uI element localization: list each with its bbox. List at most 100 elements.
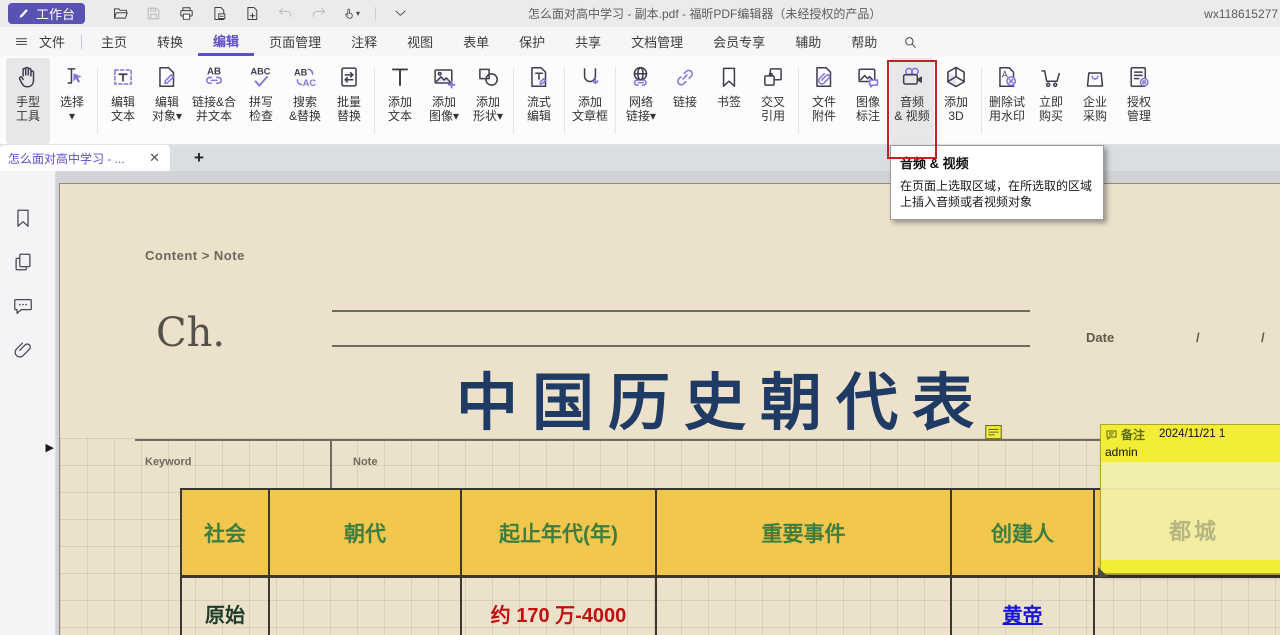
resize-handle[interactable] [1098,567,1108,577]
table-cell [270,578,462,635]
ribbon-button-add-text[interactable]: 添加 文本 [378,58,422,144]
note-label: Note [353,456,377,468]
menu-item-保护[interactable]: 保护 [504,27,560,56]
ribbon-button-hand[interactable]: 手型 工具 [6,58,50,144]
ribbon-button-cross-ref[interactable]: 交叉 引用 [751,58,795,144]
bookmark-icon[interactable] [12,207,34,229]
buy-now-icon [1038,61,1064,93]
toolbar-chevron-icon[interactable] [391,5,409,23]
ribbon-button-buy-now[interactable]: 立即 购买 [1029,58,1073,144]
gesture-icon[interactable]: ▾ [342,5,360,23]
search-icon[interactable] [892,27,928,56]
enterprise-icon [1082,61,1108,93]
ribbon-button-label: 网络 链接▾ [626,95,656,123]
dropdown-caret-icon: ▾ [356,9,360,18]
ribbon-button-label: 音频 & 视频 [894,95,929,123]
svg-text:AC: AC [303,78,317,88]
ribbon-button-label: 删除试 用水印 [989,95,1025,123]
menu-item-注释[interactable]: 注释 [336,27,392,56]
redo-icon[interactable] [309,5,327,23]
menu-item-文档管理[interactable]: 文档管理 [616,27,698,56]
main-area: ▶ Content > Note Ch. 中国历史朝代表 Keyword Not… [0,171,1280,635]
document-tab[interactable]: 怎么面对高中学习 - ... ✕ [0,145,170,171]
undo-icon[interactable] [276,5,294,23]
ribbon-button-add-3d[interactable]: 添加 3D [934,58,978,144]
ribbon-group-separator [513,68,514,134]
ribbon-button-article-box[interactable]: 添加 文章框 [568,58,612,144]
table-cell: 原始 [182,578,270,635]
menu-item-共享[interactable]: 共享 [560,27,616,56]
bookmark-icon [716,61,742,93]
ribbon-button-add-shape[interactable]: 添加 形状▾ [466,58,510,144]
ribbon-button-link[interactable]: 链接 [663,58,707,144]
ribbon-button-edit-text[interactable]: 编辑 文本 [101,58,145,144]
pen-cursor-icon [18,7,31,20]
ribbon-button-label: 添加 图像▾ [429,95,459,123]
menu-separator [81,35,82,49]
pages-icon[interactable] [12,251,34,273]
workspace-button[interactable]: 工作台 [8,3,85,24]
ribbon-button-remove-watermark[interactable]: A删除试 用水印 [985,58,1029,144]
menu-item-主页[interactable]: 主页 [86,27,142,56]
link-icon [672,61,698,93]
table-cell [657,578,952,635]
ribbon-button-bookmark[interactable]: 书签 [707,58,751,144]
ribbon-button-edit-object[interactable]: 编辑 对象▾ [145,58,189,144]
ribbon-button-search-replace[interactable]: ABAC搜索 &替换 [283,58,327,144]
table-header-cell: 重要事件 [657,490,952,575]
comment-icon[interactable] [12,295,34,317]
menu-item-页面管理[interactable]: 页面管理 [254,27,336,56]
ribbon-group: 网络 链接▾链接书签交叉 引用 [619,58,795,144]
tab-close-icon[interactable]: ✕ [147,150,162,166]
hamburger-icon[interactable] [0,27,33,56]
file-attach-icon [811,61,837,93]
titlebar: 工作台 ▾ 怎么面对高中学习 - 副本.pdf - 福昕PDF编辑器（未经授权的… [0,0,1280,27]
ribbon-button-label: 授权 管理 [1127,95,1151,123]
menu-item-转换[interactable]: 转换 [142,27,198,56]
table-header-cell: 创建人 [952,490,1095,575]
web-link-icon [628,61,654,93]
pdf-page[interactable]: Content > Note Ch. 中国历史朝代表 Keyword Note … [59,183,1280,635]
attachment-icon[interactable] [12,339,34,361]
ribbon-button-file-attach[interactable]: 文件 附件 [802,58,846,144]
menu-item-编辑[interactable]: 编辑 [198,27,254,56]
ribbon-group-separator [981,68,982,134]
export-page-icon[interactable] [210,5,228,23]
open-folder-icon[interactable] [111,5,129,23]
table-cell[interactable]: 黄帝 [952,578,1095,635]
ribbon-button-spell-check[interactable]: ABC拼写 检查 [239,58,283,144]
ribbon-button-select-cursor[interactable]: 选择 ▾ [50,58,94,144]
save-icon[interactable] [144,5,162,23]
ribbon-button-image-note[interactable]: 图像 标注 [846,58,890,144]
sticky-note-body[interactable]: 都城 [1101,462,1280,560]
page-breadcrumb: Content > Note [145,248,245,263]
ribbon-button-add-image[interactable]: 添加 图像▾ [422,58,466,144]
audio-video-icon [899,61,925,93]
add-page-icon[interactable] [243,5,261,23]
ribbon-button-batch-replace[interactable]: 批量 替换 [327,58,371,144]
ribbon-button-web-link[interactable]: 网络 链接▾ [619,58,663,144]
document-heading: 中国历史朝代表 [456,352,988,442]
ribbon-group: 添加 文本添加 图像▾添加 形状▾ [378,58,510,144]
ribbon-button-link-merge[interactable]: AB链接&合 并文本 [189,58,239,144]
ribbon-button-enterprise[interactable]: 企业 采购 [1073,58,1117,144]
menu-item-会员专享[interactable]: 会员专享 [698,27,780,56]
ribbon-button-flow-edit[interactable]: 流式 编辑 [517,58,561,144]
menu-item-表单[interactable]: 表单 [448,27,504,56]
menu-item-视图[interactable]: 视图 [392,27,448,56]
print-icon[interactable] [177,5,195,23]
menu-item-file[interactable]: 文件 [33,27,77,56]
table-header-cell: 起止年代(年) [462,490,657,575]
note-annotation-icon[interactable] [985,424,1002,440]
menu-item-辅助[interactable]: 辅助 [780,27,836,56]
svg-text:AB: AB [294,67,308,77]
new-tab-button[interactable]: + [170,145,228,171]
ribbon-group: 文件 附件图像 标注音频 & 视频音频 & 视频在页面上选取区域，在所选取的区域… [802,58,978,144]
menu-item-帮助[interactable]: 帮助 [836,27,892,56]
panel-expand-icon[interactable]: ▶ [46,441,54,454]
sticky-note-annotation[interactable]: 备注 2024/11/21 1 admin 都城 [1100,424,1280,574]
ribbon-button-label: 批量 替换 [337,95,361,123]
ribbon-button-license[interactable]: 授权 管理 [1117,58,1161,144]
sticky-note-header[interactable]: 备注 2024/11/21 1 [1101,425,1280,444]
ribbon-button-audio-video[interactable]: 音频 & 视频音频 & 视频在页面上选取区域，在所选取的区域上插入音频或者视频对… [890,58,934,144]
